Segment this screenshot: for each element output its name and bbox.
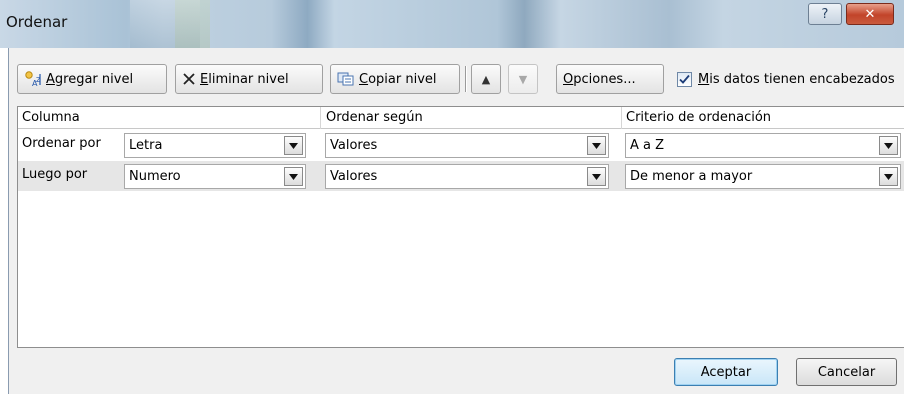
grid-header: Columna Ordenar según Criterio de ordena…	[18, 107, 904, 129]
title-bar: Ordenar ? ✕	[0, 0, 904, 48]
headers-checkbox[interactable]	[677, 71, 692, 87]
delete-level-label: liminar nivel	[208, 71, 289, 87]
sort-dialog: A Z Agregar nivel Eliminar nivel Copiar …	[8, 48, 904, 394]
arrow-down-icon: ▼	[518, 72, 528, 86]
close-icon: ✕	[864, 6, 876, 22]
dropdown-arrow-icon[interactable]	[879, 167, 898, 186]
close-button[interactable]: ✕	[846, 3, 894, 25]
column-select[interactable]: Letra	[124, 133, 306, 158]
order-select-value: A a Z	[630, 138, 665, 153]
cancel-button[interactable]: Cancelar	[796, 358, 897, 386]
order-select[interactable]: De menor a mayor	[625, 164, 901, 189]
sort-level-row[interactable]: Ordenar por Letra Valores A a Z	[18, 130, 904, 160]
help-icon: ?	[821, 6, 829, 22]
ok-button[interactable]: Aceptar	[674, 358, 778, 386]
sort-levels-grid: Columna Ordenar según Criterio de ordena…	[17, 106, 904, 348]
copy-level-button[interactable]: Copiar nivel	[330, 64, 460, 94]
dropdown-arrow-icon[interactable]	[284, 136, 303, 155]
move-down-button[interactable]: ▼	[508, 64, 538, 94]
copy-level-accel: C	[359, 71, 369, 87]
delete-level-accel: E	[200, 71, 209, 87]
column-select-value: Letra	[129, 138, 163, 153]
sort-on-select-value: Valores	[330, 138, 378, 153]
sort-on-select[interactable]: Valores	[325, 133, 609, 158]
add-level-icon: A Z	[24, 71, 42, 87]
toolbar-separator	[465, 66, 467, 92]
header-divider	[621, 107, 622, 129]
options-button[interactable]: Opciones...	[556, 64, 664, 94]
order-select[interactable]: A a Z	[625, 133, 901, 158]
move-up-button[interactable]: ▲	[471, 64, 501, 94]
dropdown-arrow-icon[interactable]	[587, 136, 606, 155]
order-select-value: De menor a mayor	[630, 169, 753, 184]
dropdown-arrow-icon[interactable]	[587, 167, 606, 186]
sort-level-row[interactable]: Luego por Numero Valores De menor a mayo…	[18, 161, 904, 191]
delete-level-button[interactable]: Eliminar nivel	[175, 64, 323, 94]
sort-on-select[interactable]: Valores	[325, 164, 609, 189]
headers-checkbox-label: is datos tienen encabezados	[709, 71, 895, 87]
add-level-accel: A	[46, 71, 55, 87]
copy-icon	[337, 72, 355, 86]
column-header-columna: Columna	[22, 110, 80, 125]
sort-on-select-value: Valores	[330, 169, 378, 184]
help-button[interactable]: ?	[808, 3, 842, 25]
column-select-value: Numero	[129, 169, 181, 184]
headers-checkbox-wrap[interactable]: Mis datos tienen encabezados	[677, 64, 895, 94]
copy-level-label: opiar nivel	[368, 71, 437, 87]
header-divider	[320, 107, 321, 129]
column-header-criterio: Criterio de ordenación	[626, 110, 772, 125]
checkmark-icon	[679, 74, 690, 84]
toolbar: A Z Agregar nivel Eliminar nivel Copiar …	[17, 64, 904, 94]
column-header-ordenar-segun: Ordenar según	[326, 110, 423, 125]
row-label: Luego por	[22, 167, 88, 182]
window-title: Ordenar	[6, 13, 68, 31]
dropdown-arrow-icon[interactable]	[284, 167, 303, 186]
dropdown-arrow-icon[interactable]	[879, 136, 898, 155]
column-select[interactable]: Numero	[124, 164, 306, 189]
arrow-up-icon: ▲	[481, 72, 491, 86]
add-level-label: gregar nivel	[54, 71, 134, 87]
add-level-button[interactable]: A Z Agregar nivel	[17, 64, 167, 94]
options-label: pciones...	[573, 71, 636, 87]
row-label: Ordenar por	[22, 136, 101, 151]
x-icon	[182, 72, 196, 86]
options-accel: O	[563, 71, 574, 87]
title-bar-decoration	[175, 0, 210, 48]
headers-checkbox-accel: M	[698, 71, 710, 87]
